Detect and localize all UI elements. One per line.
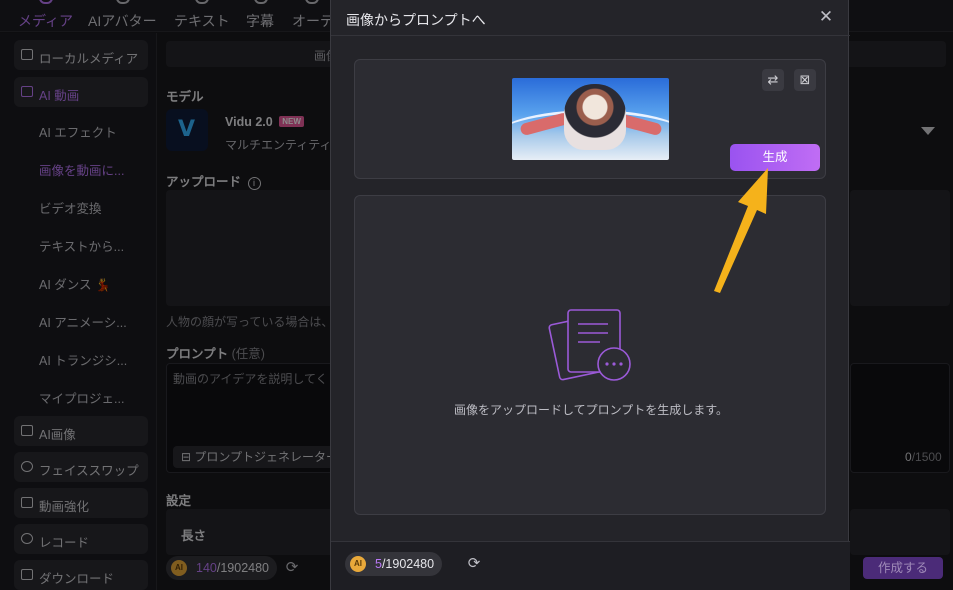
- divider: [331, 35, 850, 36]
- document-chat-icon: [548, 309, 631, 381]
- skydiver-figure: [564, 84, 626, 150]
- ai-coin-icon: AI: [350, 556, 366, 572]
- dialog-credits: AI 5/1902480: [345, 552, 443, 576]
- replace-icon[interactable]: ⇄: [762, 69, 784, 91]
- create-button[interactable]: 作成する: [863, 557, 943, 579]
- refresh-icon[interactable]: ⟳: [465, 555, 483, 573]
- empty-state-text: 画像をアップロードしてプロンプトを生成します。: [453, 403, 729, 417]
- delete-icon[interactable]: ⊠: [794, 69, 816, 91]
- close-icon[interactable]: ✕: [817, 8, 835, 26]
- dialog-footer: AI 5/1902480 ⟳: [331, 541, 850, 590]
- uploaded-image: [512, 78, 669, 160]
- annotation-arrow-icon: [714, 168, 768, 293]
- image-to-prompt-dialog: 画像からプロンプトへ ✕ ⇄ ⊠ 生成 画像をアップロードしてプロンプトを生成し…: [330, 0, 850, 590]
- app-window: メディア AIアバター テキスト 字幕 オーデ ローカルメディア AI 動画 A…: [0, 0, 953, 590]
- dialog-title: 画像からプロンプトへ: [346, 12, 486, 28]
